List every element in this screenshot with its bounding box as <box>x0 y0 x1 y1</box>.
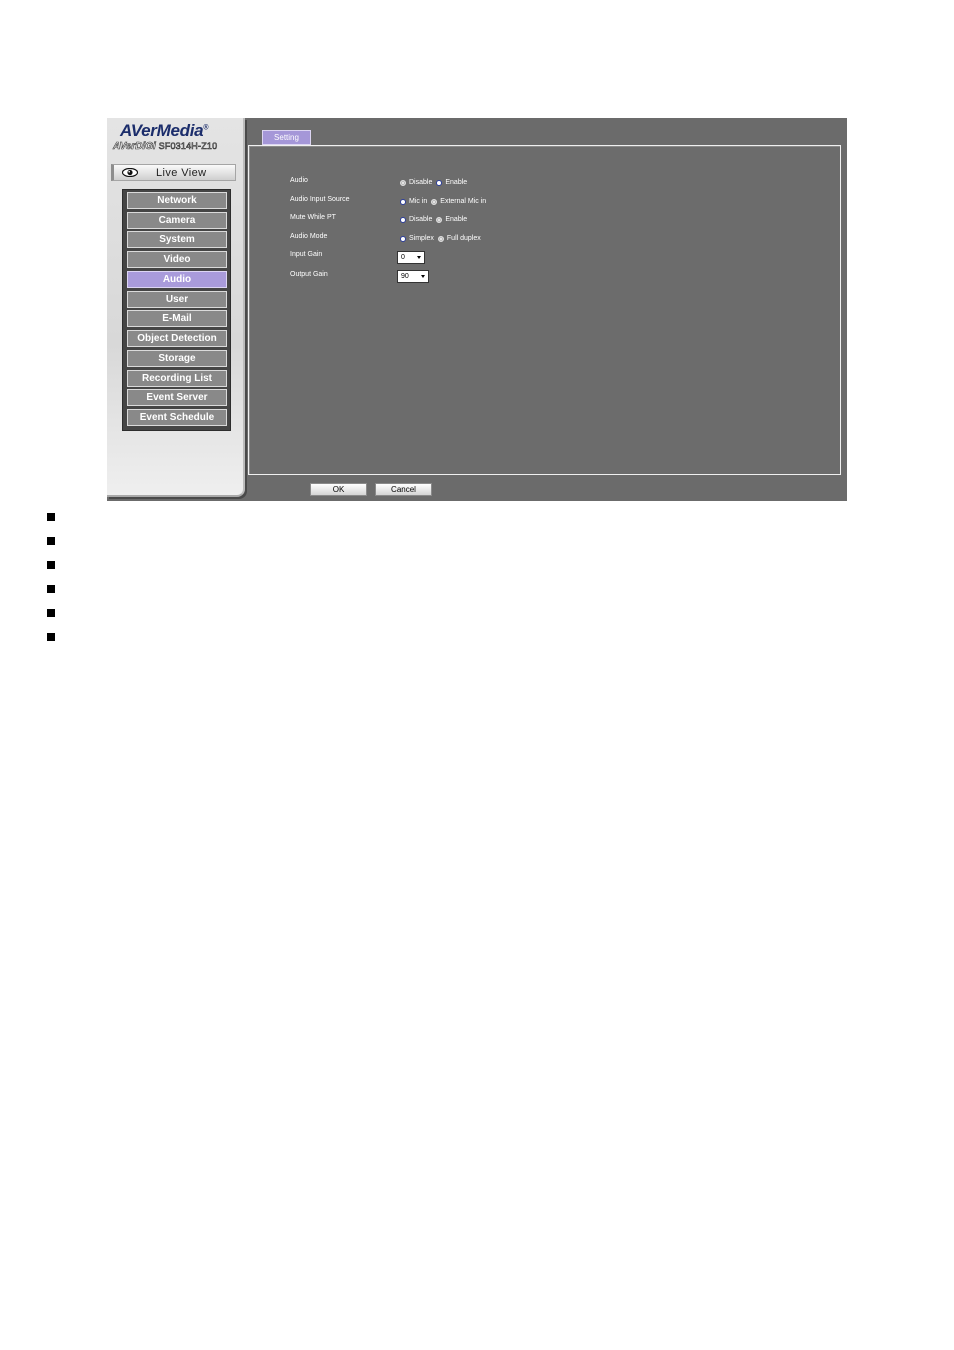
chevron-down-icon <box>421 275 425 278</box>
mic-in-radio[interactable] <box>400 198 406 205</box>
audio-disable-radio[interactable] <box>400 179 406 186</box>
menu-item-email[interactable]: E-Mail <box>127 310 227 327</box>
full-duplex-radio[interactable] <box>437 235 444 242</box>
chevron-down-icon <box>417 256 421 259</box>
audio-options: Disable Enable <box>400 179 471 186</box>
live-view-label: Live View <box>156 166 207 179</box>
audio-mode-options: Simplex Full duplex <box>400 235 485 242</box>
external-mic-in-radio[interactable] <box>431 198 438 205</box>
audio-input-source-label: Audio Input Source <box>290 196 350 203</box>
brand-logo: AVerMedia® AVerDiGi SF0314H-Z10 <box>113 121 237 161</box>
output-gain-label: Output Gain <box>290 271 328 278</box>
full-duplex-label: Full duplex <box>446 235 481 242</box>
mute-disable-radio[interactable] <box>400 216 406 223</box>
bullet-square-icon <box>47 633 55 641</box>
menu-item-storage[interactable]: Storage <box>127 350 227 367</box>
menu-item-video[interactable]: Video <box>127 251 227 268</box>
settings-menu: Network Camera System Video Audio User E… <box>122 189 231 431</box>
menu-item-network[interactable]: Network <box>127 192 227 209</box>
bullet-square-icon <box>47 561 55 569</box>
audio-label: Audio <box>290 177 308 184</box>
simplex-label: Simplex <box>409 235 434 242</box>
sidebar: AVerMedia® AVerDiGi SF0314H-Z10 Live Vie… <box>107 118 245 497</box>
mute-while-pt-options: Disable Enable <box>400 216 471 223</box>
bullet-square-icon <box>47 585 55 593</box>
input-gain-label: Input Gain <box>290 251 323 258</box>
audio-mode-label: Audio Mode <box>290 233 328 240</box>
brand-name: AVerMedia <box>120 121 204 140</box>
eye-icon <box>122 168 138 177</box>
input-gain-value: 0 <box>401 254 405 261</box>
output-gain-value: 90 <box>401 273 409 280</box>
cancel-button[interactable]: Cancel <box>375 483 432 496</box>
menu-item-event-schedule[interactable]: Event Schedule <box>127 409 227 426</box>
menu-item-object-detection[interactable]: Object Detection <box>127 330 227 347</box>
live-view-button[interactable]: Live View <box>111 164 236 181</box>
audio-enable-label: Enable <box>445 179 468 186</box>
sub-brand: AVerDiGi <box>113 141 156 153</box>
audio-disable-label: Disable <box>409 179 433 186</box>
mic-in-label: Mic in <box>409 198 428 205</box>
mute-enable-label: Enable <box>445 216 468 223</box>
settings-screenshot: AVerMedia® AVerDiGi SF0314H-Z10 Live Vie… <box>107 118 847 501</box>
audio-input-source-options: Mic in External Mic in <box>400 198 490 205</box>
ok-button[interactable]: OK <box>310 483 367 496</box>
menu-item-recording-list[interactable]: Recording List <box>127 370 227 387</box>
menu-item-system[interactable]: System <box>127 231 227 248</box>
external-mic-in-label: External Mic in <box>440 198 487 205</box>
model-number: SF0314H-Z10 <box>158 141 218 152</box>
audio-settings-panel: Audio Disable Enable Audio Input Source … <box>248 145 841 475</box>
mute-while-pt-label: Mute While PT <box>290 214 336 221</box>
mute-enable-radio[interactable] <box>436 216 443 223</box>
mute-disable-label: Disable <box>409 216 433 223</box>
output-gain-select[interactable]: 90 <box>397 270 429 283</box>
menu-item-audio[interactable]: Audio <box>127 271 227 288</box>
menu-item-event-server[interactable]: Event Server <box>127 389 227 406</box>
audio-enable-radio[interactable] <box>436 179 443 186</box>
input-gain-select[interactable]: 0 <box>397 251 425 264</box>
bullet-square-icon <box>47 537 55 545</box>
registered-mark: ® <box>203 124 209 132</box>
bullet-square-icon <box>47 609 55 617</box>
tab-setting[interactable]: Setting <box>262 130 311 145</box>
menu-item-camera[interactable]: Camera <box>127 212 227 229</box>
menu-item-user[interactable]: User <box>127 291 227 308</box>
bullet-square-icon <box>47 513 55 521</box>
simplex-radio[interactable] <box>400 235 406 242</box>
